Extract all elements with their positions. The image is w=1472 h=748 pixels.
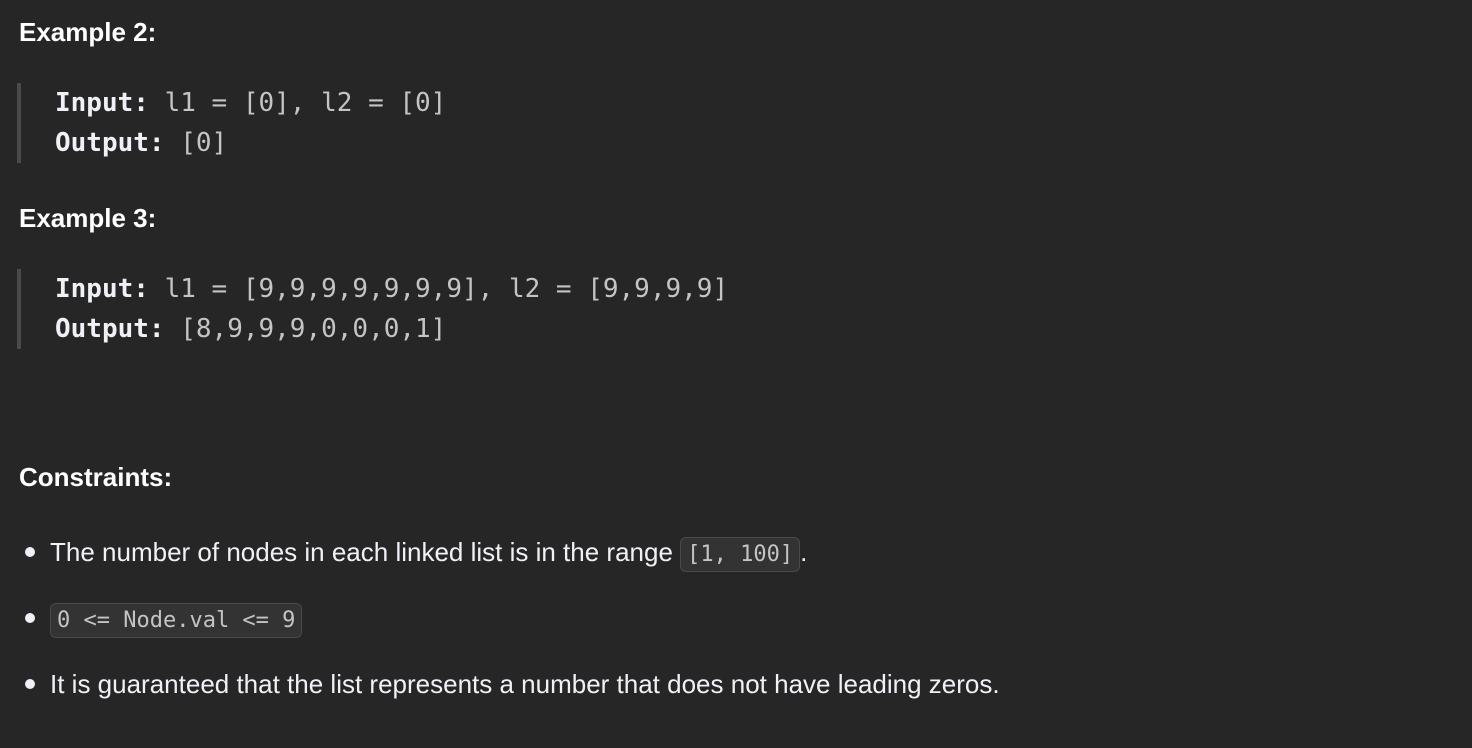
output-value: [8,9,9,9,0,0,0,1] (164, 314, 447, 344)
constraint-item: It is guaranteed that the list represent… (0, 662, 1000, 706)
bullet-icon (25, 679, 35, 689)
example-2-input-line: Input: l1 = [0], l2 = [0] (55, 83, 446, 123)
bullet-icon (25, 613, 35, 623)
example-2-output-line: Output: [0] (55, 123, 446, 163)
constraint-text: It is guaranteed that the list represent… (50, 669, 1000, 699)
output-label: Output: (55, 128, 165, 158)
example-3-block: Input: l1 = [9,9,9,9,9,9,9], l2 = [9,9,9… (17, 269, 728, 349)
constraint-code: 0 <= Node.val <= 9 (50, 603, 303, 638)
constraints-heading: Constraints: (19, 462, 173, 492)
input-value: l1 = [0], l2 = [0] (148, 88, 447, 118)
output-value: [0] (164, 128, 228, 158)
constraint-code: [1, 100] (680, 537, 801, 572)
bullet-icon (25, 547, 35, 557)
input-label: Input: (55, 274, 149, 304)
constraint-item: 0 <= Node.val <= 9 (0, 596, 1000, 640)
example-2-heading: Example 2: (19, 17, 157, 47)
example-3-heading: Example 3: (19, 203, 157, 233)
constraint-text-after: . (800, 537, 808, 567)
constraint-item: The number of nodes in each linked list … (0, 530, 1000, 574)
output-label: Output: (55, 314, 165, 344)
input-value: l1 = [9,9,9,9,9,9,9], l2 = [9,9,9,9] (148, 274, 729, 304)
example-3-input-line: Input: l1 = [9,9,9,9,9,9,9], l2 = [9,9,9… (55, 269, 728, 309)
input-label: Input: (55, 88, 149, 118)
constraint-text: The number of nodes in each linked list … (50, 537, 681, 567)
example-3-output-line: Output: [8,9,9,9,0,0,0,1] (55, 309, 728, 349)
constraints-list: The number of nodes in each linked list … (0, 530, 1000, 728)
example-2-block: Input: l1 = [0], l2 = [0] Output: [0] (17, 83, 446, 163)
